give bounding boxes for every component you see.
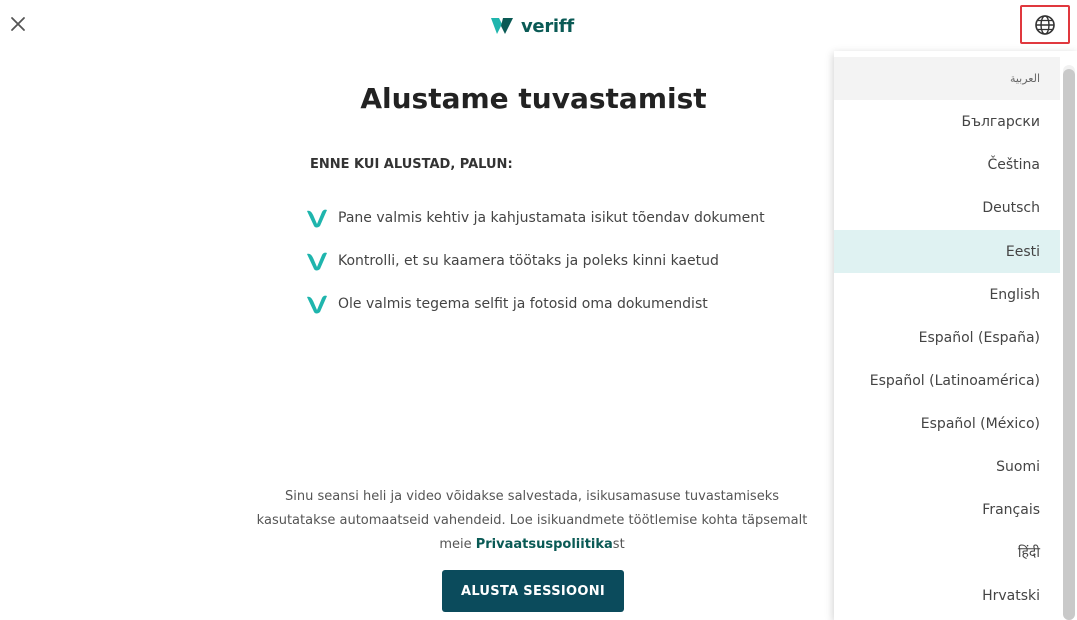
checklist-text: Ole valmis tegema selfit ja fotosid oma …	[338, 295, 708, 312]
list-item: Kontrolli, et su kaamera töötaks ja pole…	[306, 239, 765, 282]
veriff-logo-icon	[491, 18, 513, 34]
list-item: Ole valmis tegema selfit ja fotosid oma …	[306, 282, 765, 325]
language-option-czech[interactable]: Čeština	[834, 143, 1060, 186]
check-icon	[307, 209, 327, 227]
disclaimer-line: kasutatakse automaatseid vahendeid. Loe …	[256, 513, 808, 528]
list-item: Pane valmis kehtiv ja kahjustamata isiku…	[306, 196, 765, 239]
language-option-english[interactable]: English	[834, 273, 1060, 316]
language-button[interactable]	[1020, 5, 1070, 44]
check-icon	[307, 295, 327, 313]
checklist-text: Kontrolli, et su kaamera töötaks ja pole…	[338, 252, 719, 269]
disclaimer-prefix: meie	[439, 537, 476, 552]
checklist-text: Pane valmis kehtiv ja kahjustamata isiku…	[338, 209, 765, 226]
disclaimer-line: Sinu seansi heli ja video võidakse salve…	[284, 489, 779, 504]
language-option-arabic[interactable]: العربية	[834, 57, 1060, 100]
language-option-finnish[interactable]: Suomi	[834, 445, 1060, 488]
language-option-spanish-latam[interactable]: Español (Latinoamérica)	[834, 359, 1060, 402]
language-option-hindi[interactable]: हिंदी	[834, 531, 1060, 574]
language-option-french[interactable]: Français	[834, 488, 1060, 531]
disclaimer-line: meie Privaatsuspoliitikast	[232, 533, 832, 557]
recording-disclaimer: Sinu seansi heli ja video võidakse salve…	[232, 485, 832, 557]
globe-icon	[1035, 14, 1055, 35]
check-icon	[307, 252, 327, 270]
logo-text: veriff	[521, 15, 574, 37]
language-option-croatian[interactable]: Hrvatski	[834, 574, 1060, 617]
privacy-policy-link[interactable]: Privaatsuspoliitika	[476, 537, 613, 552]
veriff-logo: veriff	[489, 12, 574, 40]
language-option-spanish-spain[interactable]: Español (España)	[834, 316, 1060, 359]
language-dropdown: العربية Български Čeština Deutsch Eesti …	[834, 51, 1077, 620]
preparation-checklist: Pane valmis kehtiv ja kahjustamata isiku…	[306, 196, 765, 325]
verification-start-page: veriff Alustame tuvastamist ENNE KUI ALU…	[0, 0, 1077, 620]
language-option-bulgarian[interactable]: Български	[834, 100, 1060, 143]
close-icon	[11, 17, 25, 31]
disclaimer-suffix: st	[612, 537, 625, 552]
language-option-estonian[interactable]: Eesti	[834, 230, 1060, 273]
scrollbar-thumb[interactable]	[1063, 69, 1075, 620]
language-option-spanish-mexico[interactable]: Español (México)	[834, 402, 1060, 445]
language-option-german[interactable]: Deutsch	[834, 186, 1060, 229]
preparation-heading: ENNE KUI ALUSTAD, PALUN:	[310, 157, 513, 172]
start-session-button[interactable]: ALUSTA SESSIOONI	[442, 570, 624, 612]
close-button[interactable]	[6, 12, 30, 36]
